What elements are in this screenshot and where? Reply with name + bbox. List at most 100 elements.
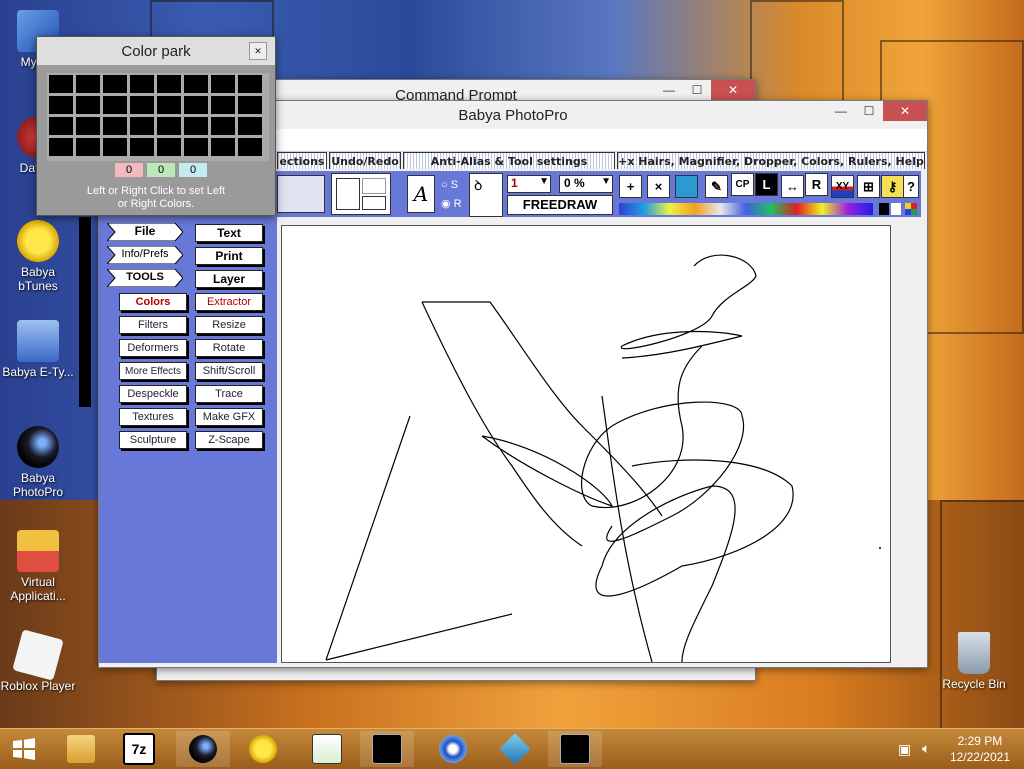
desktop-icon-virtual-app[interactable]: Virtual Applicati... <box>0 530 76 603</box>
color-swatch[interactable] <box>184 96 208 114</box>
redo-icon[interactable] <box>362 178 386 194</box>
radio-s[interactable]: ○ S <box>441 179 458 191</box>
color-park-window[interactable]: Color park ✕ 0 0 0 Left or Right Click t… <box>36 36 276 216</box>
extractor-button[interactable]: Extractor <box>195 293 263 311</box>
color-swatch[interactable] <box>130 96 154 114</box>
network-icon[interactable]: ▣ <box>898 741 911 758</box>
desktop-icon-photopro[interactable]: Babya PhotoPro <box>0 426 76 499</box>
color-picker-button[interactable]: CP <box>731 173 754 196</box>
more-effects-button[interactable]: More Effects <box>119 362 187 380</box>
taskbar-cmd-2[interactable] <box>548 731 602 767</box>
colors-button[interactable]: Colors <box>119 293 187 311</box>
color-swatch-grid[interactable] <box>47 73 269 161</box>
tab-undo-redo[interactable]: Undo/Redo <box>329 152 401 169</box>
minimize-button[interactable]: — <box>655 80 683 100</box>
color-swatch[interactable] <box>76 138 100 156</box>
key-icon[interactable]: ⚷ <box>881 175 904 198</box>
trace-button[interactable]: Trace <box>195 385 263 403</box>
crosshair-icon[interactable]: + <box>619 175 642 198</box>
color-swatch[interactable] <box>238 75 262 93</box>
brush-shape-icon[interactable]: ꝺ <box>469 173 503 217</box>
shift-scroll-button[interactable]: Shift/Scroll <box>195 362 263 380</box>
color-swatch[interactable] <box>184 75 208 93</box>
color-swatch[interactable] <box>184 138 208 156</box>
color-swatch[interactable] <box>76 117 100 135</box>
color-swatch[interactable] <box>238 138 262 156</box>
palette-icon[interactable] <box>905 203 917 215</box>
desktop-icon-recycle-bin[interactable]: Recycle Bin <box>936 632 1012 691</box>
make-gfx-button[interactable]: Make GFX <box>195 408 263 426</box>
color-swatch[interactable] <box>184 117 208 135</box>
close-button[interactable]: ✕ <box>883 101 927 121</box>
xy-coordinates-icon[interactable]: XY <box>831 175 854 198</box>
undo-lr-icon[interactable] <box>336 178 360 210</box>
taskbar-file-explorer[interactable] <box>54 731 108 767</box>
color-swatch[interactable] <box>49 117 73 135</box>
volume-icon[interactable]: 🔈︎ <box>922 740 930 757</box>
color-swatch[interactable] <box>130 138 154 156</box>
tab-selections[interactable]: ections <box>277 152 327 169</box>
opacity-select[interactable]: 0 % ▼ <box>559 175 613 193</box>
color-swatch[interactable] <box>103 75 127 93</box>
resize-button[interactable]: Resize <box>195 316 263 334</box>
deformers-button[interactable]: Deformers <box>119 339 187 357</box>
black-swatch[interactable] <box>879 203 889 215</box>
color-swatch[interactable] <box>238 117 262 135</box>
color-swatch[interactable] <box>157 117 181 135</box>
layer-button[interactable]: Layer <box>195 270 263 288</box>
color-swatch[interactable] <box>211 117 235 135</box>
color-park-titlebar[interactable]: Color park ✕ <box>37 37 275 65</box>
undo-redo-group[interactable] <box>331 173 391 215</box>
right-color-button[interactable]: R <box>805 173 828 196</box>
color-palette-strip[interactable] <box>619 203 873 215</box>
close-button[interactable]: ✕ <box>249 42 267 60</box>
start-button[interactable] <box>0 731 48 767</box>
maximize-button[interactable]: ☐ <box>683 80 711 100</box>
color-swatch[interactable] <box>49 75 73 93</box>
ruler-icon[interactable]: ⊞ <box>857 175 880 198</box>
color-swatch[interactable] <box>49 138 73 156</box>
color-swatch[interactable] <box>157 138 181 156</box>
taskbar-7zip[interactable]: 7z <box>112 731 166 767</box>
antialias-font-icon[interactable]: A <box>407 175 435 213</box>
color-swatch[interactable] <box>157 75 181 93</box>
color-swatch[interactable] <box>76 96 100 114</box>
minimize-button[interactable]: — <box>827 101 855 121</box>
color-swatch[interactable] <box>130 75 154 93</box>
taskbar-virtualbox[interactable] <box>488 731 542 767</box>
tab-antialias-tool-settings[interactable]: Anti-Alias & Tool settings <box>403 152 615 169</box>
maximize-button[interactable]: ☐ <box>855 101 883 121</box>
rotate-button[interactable]: Rotate <box>195 339 263 357</box>
z-scape-button[interactable]: Z-Scape <box>195 431 263 449</box>
magnifier-icon[interactable] <box>675 175 698 198</box>
taskbar-installer[interactable] <box>426 731 480 767</box>
textures-button[interactable]: Textures <box>119 408 187 426</box>
print-button[interactable]: Print <box>195 247 263 265</box>
color-swatch[interactable] <box>103 96 127 114</box>
swap-colors-icon[interactable]: ↔ <box>781 175 804 198</box>
tab-hairs-magnifier-help[interactable]: +x Hairs, Magnifier, Dropper, Colors, Ru… <box>617 152 925 169</box>
drawing-canvas[interactable] <box>281 225 891 663</box>
taskbar-cmd[interactable] <box>360 731 414 767</box>
brush-size-select[interactable]: 1 ▼ <box>507 175 551 193</box>
color-swatch[interactable] <box>103 117 127 135</box>
color-swatch[interactable] <box>211 96 235 114</box>
desktop-icon-roblox[interactable]: Roblox Player <box>0 629 76 693</box>
selection-tool-group[interactable] <box>277 175 325 213</box>
taskbar-photopro[interactable] <box>176 731 230 767</box>
undo-icon[interactable] <box>362 196 386 210</box>
color-swatch[interactable] <box>76 75 100 93</box>
taskbar-clock[interactable]: 2:29 PM 12/22/2021 <box>950 733 1010 765</box>
close-button[interactable]: ✕ <box>711 80 755 100</box>
color-swatch[interactable] <box>49 96 73 114</box>
white-swatch[interactable] <box>891 203 901 215</box>
filters-button[interactable]: Filters <box>119 316 187 334</box>
taskbar-notepad[interactable] <box>300 731 354 767</box>
dropper-icon[interactable]: ✎ <box>705 175 728 198</box>
despeckle-button[interactable]: Despeckle <box>119 385 187 403</box>
remove-crosshair-icon[interactable]: × <box>647 175 670 198</box>
color-swatch[interactable] <box>157 96 181 114</box>
taskbar-btunes[interactable] <box>236 731 290 767</box>
color-swatch[interactable] <box>211 75 235 93</box>
color-swatch[interactable] <box>238 96 262 114</box>
